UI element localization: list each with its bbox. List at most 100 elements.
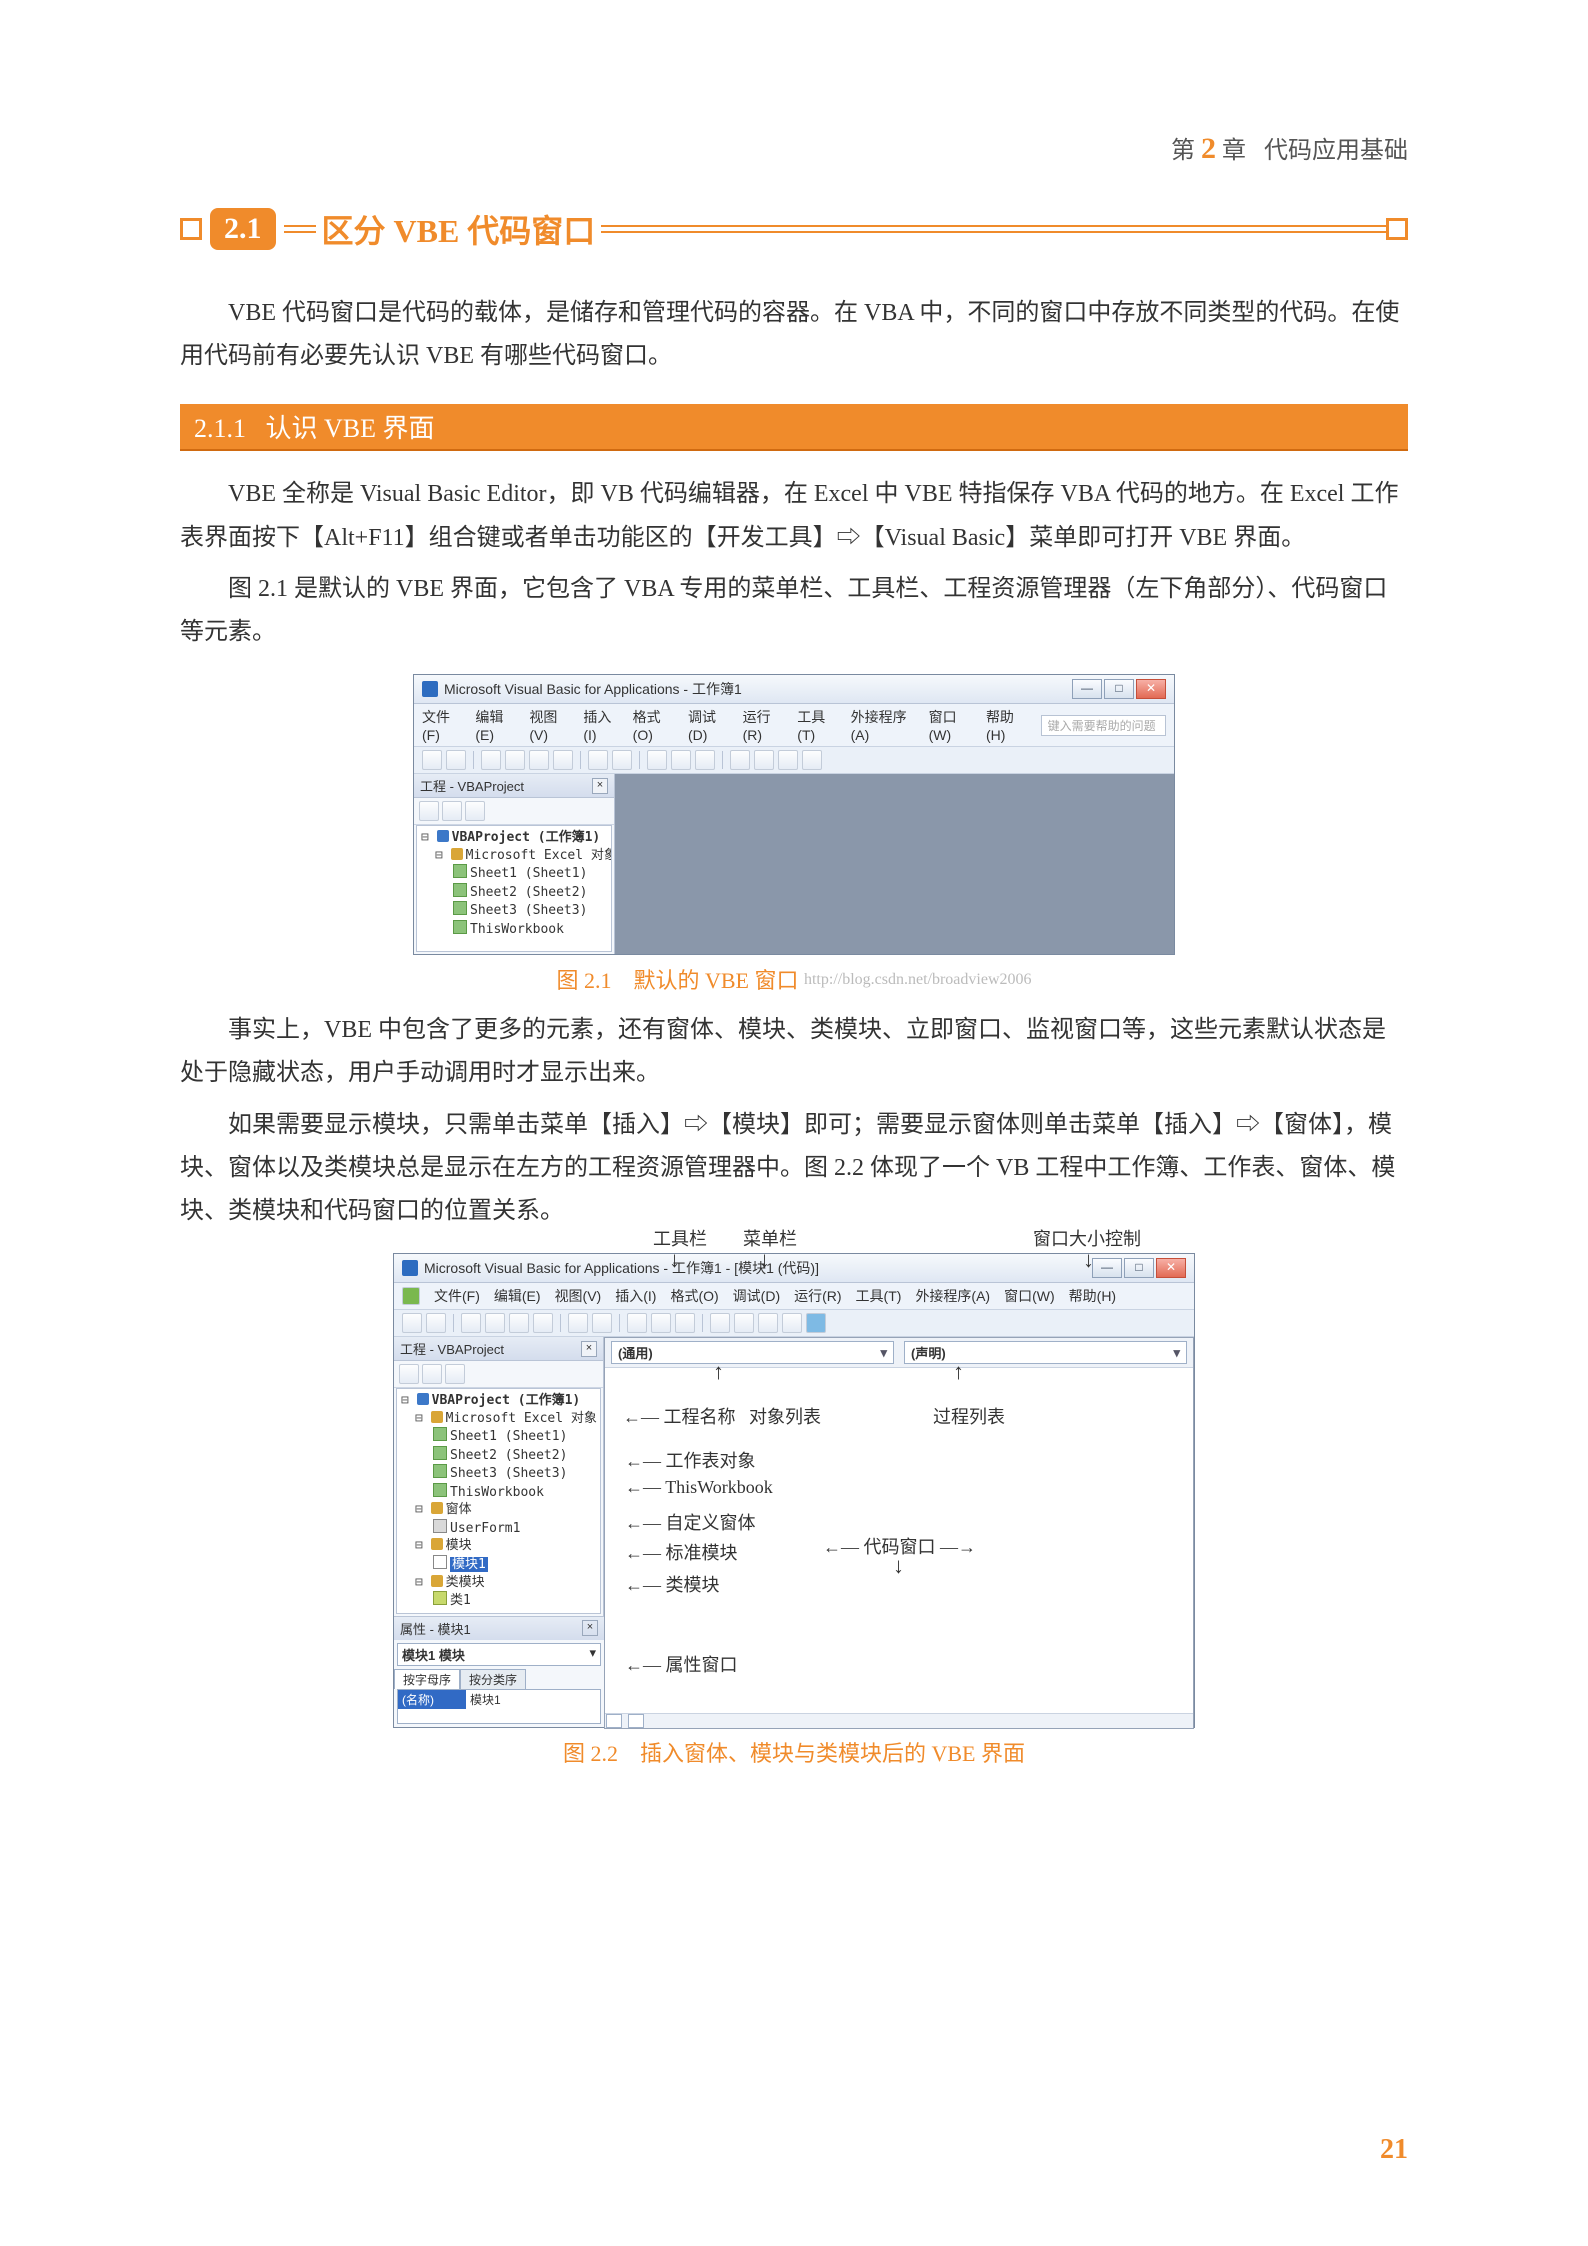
prop-value[interactable]: 模块1 (466, 1690, 600, 1709)
toolbar-icon[interactable] (671, 750, 691, 770)
menu-item[interactable]: 运行(R) (743, 707, 784, 743)
toolbar-icon[interactable] (446, 750, 466, 770)
panel-close-button[interactable]: × (581, 1341, 597, 1357)
chapter-header: 第 2 章 代码应用基础 (180, 130, 1408, 166)
toolbar-icon[interactable] (782, 1313, 802, 1333)
vbe-titlebar: Microsoft Visual Basic for Applications … (414, 675, 1174, 704)
toolbar-icon[interactable] (754, 750, 774, 770)
toolbar-icon[interactable] (553, 750, 573, 770)
close-button[interactable]: ✕ (1156, 1258, 1186, 1278)
menu-item[interactable]: 文件(F) (422, 707, 461, 743)
toolbar-icon[interactable] (505, 750, 525, 770)
menu-item[interactable]: 帮助(H) (1069, 1286, 1116, 1306)
properties-grid[interactable]: (名称) 模块1 (397, 1689, 601, 1724)
toolbar-icon[interactable] (592, 1313, 612, 1333)
toolbar-icon[interactable] (445, 1364, 465, 1384)
excel-icon[interactable] (402, 1287, 420, 1305)
figure-2-2: 工具栏 菜单栏 窗口大小控制 Microsoft Visual Basic fo… (180, 1253, 1408, 1728)
toolbar-icon[interactable] (695, 750, 715, 770)
procedure-list-combo[interactable]: (声明)▾ (904, 1341, 1187, 1364)
subsection-title: 2.1.1 认识 VBE 界面 (180, 404, 1408, 451)
menu-item[interactable]: 编辑(E) (475, 707, 515, 743)
menu-item[interactable]: 窗口(W) (1004, 1286, 1055, 1306)
menu-item[interactable]: 插入(I) (583, 707, 618, 743)
toolbar-icon[interactable] (426, 1313, 446, 1333)
code-footer (605, 1713, 1193, 1728)
toolbar-icon[interactable] (481, 750, 501, 770)
project-explorer: 工程 - VBAProject × ⊟ VBAProject (工作簿1) ⊟ … (394, 1337, 604, 1616)
annotation-stdmod: ←— 标准模块 (625, 1539, 738, 1565)
toolbar-icon[interactable] (419, 801, 439, 821)
project-tree[interactable]: ⊟ VBAProject (工作簿1) ⊟ Microsoft Excel 对象… (416, 825, 612, 952)
panel-close-button[interactable]: × (582, 1620, 598, 1636)
menu-item[interactable]: 格式(O) (633, 707, 674, 743)
close-button[interactable]: ✕ (1136, 679, 1166, 699)
arrow-down-icon (1083, 1247, 1094, 1273)
menu-item[interactable]: 编辑(E) (494, 1286, 541, 1306)
paragraph: 如果需要显示模块，只需单击菜单【插入】⇨【模块】即可；需要显示窗体则单击菜单【插… (180, 1104, 1408, 1234)
annotation-sheetobj: ←— 工作表对象 (625, 1447, 756, 1473)
menu-item[interactable]: 调试(D) (688, 707, 729, 743)
toolbar-icon[interactable] (730, 750, 750, 770)
toolbar-icon[interactable] (734, 1313, 754, 1333)
toolbar-icon[interactable] (647, 750, 667, 770)
menu-item[interactable]: 视图(V) (529, 707, 569, 743)
toolbar-icon[interactable] (802, 750, 822, 770)
toolbar-icon[interactable] (651, 1313, 671, 1333)
menu-item[interactable]: 格式(O) (670, 1286, 718, 1306)
toolbar-icon[interactable] (509, 1313, 529, 1333)
menu-item[interactable]: 视图(V) (555, 1286, 602, 1306)
toolbar-icon[interactable] (399, 1364, 419, 1384)
panel-close-button[interactable]: × (592, 778, 608, 794)
minimize-button[interactable]: — (1092, 1258, 1122, 1278)
paragraph: VBE 代码窗口是代码的载体，是储存和管理代码的容器。在 VBA 中，不同的窗口… (180, 292, 1408, 378)
menu-item[interactable]: 运行(R) (794, 1286, 841, 1306)
view-mode-icon[interactable] (606, 1714, 622, 1728)
toolbar-icon[interactable] (533, 1313, 553, 1333)
toolbar-icon[interactable] (422, 1364, 442, 1384)
toolbar-icon[interactable] (806, 1313, 826, 1333)
menu-item[interactable]: 帮助(H) (986, 707, 1027, 743)
toolbar-icon[interactable] (529, 750, 549, 770)
object-list-combo[interactable]: (通用)▾ (611, 1341, 894, 1364)
menu-item[interactable]: 外接程序(A) (915, 1286, 990, 1306)
menu-item[interactable]: 插入(I) (615, 1286, 656, 1306)
toolbar-icon[interactable] (758, 1313, 778, 1333)
toolbar-icon[interactable] (710, 1313, 730, 1333)
maximize-button[interactable]: □ (1104, 679, 1134, 699)
toolbar-icon[interactable] (568, 1313, 588, 1333)
toolbar-icon[interactable] (485, 1313, 505, 1333)
project-explorer: 工程 - VBAProject × ⊟ VBAProject (工作簿1) ⊟ … (414, 774, 615, 954)
project-explorer-title: 工程 - VBAProject × (394, 1337, 603, 1361)
toolbar-icon[interactable] (461, 1313, 481, 1333)
tab-alphabetic[interactable]: 按字母序 (394, 1669, 460, 1689)
rule-line (601, 225, 1386, 233)
menu-item[interactable]: 窗口(W) (929, 707, 972, 743)
project-tree[interactable]: ⊟ VBAProject (工作簿1) ⊟ Microsoft Excel 对象… (396, 1388, 601, 1614)
menu-item[interactable]: 外接程序(A) (851, 707, 915, 743)
menu-item[interactable]: 工具(T) (856, 1286, 902, 1306)
toolbar-icon[interactable] (612, 750, 632, 770)
menu-item[interactable]: 文件(F) (434, 1286, 480, 1306)
toolbar-icon[interactable] (465, 801, 485, 821)
minimize-button[interactable]: — (1072, 679, 1102, 699)
toolbar-icon[interactable] (778, 750, 798, 770)
toolbar-icon[interactable] (675, 1313, 695, 1333)
tab-categorized[interactable]: 按分类序 (460, 1669, 526, 1689)
view-mode-icon[interactable] (628, 1714, 644, 1728)
properties-window: 属性 - 模块1 × 模块1 模块▾ 按字母序 按分类序 (394, 1616, 604, 1727)
window-controls: — □ ✕ (1092, 1258, 1186, 1278)
vbe-window: Microsoft Visual Basic for Applications … (413, 674, 1175, 955)
toolbar-icon[interactable] (627, 1313, 647, 1333)
menu-item[interactable]: 调试(D) (733, 1286, 780, 1306)
toolbar-icon[interactable] (588, 750, 608, 770)
maximize-button[interactable]: □ (1124, 1258, 1154, 1278)
properties-object-combo[interactable]: 模块1 模块▾ (397, 1643, 601, 1666)
help-search-input[interactable]: 键入需要帮助的问题 (1041, 715, 1166, 736)
toolbar-icon[interactable] (402, 1313, 422, 1333)
paragraph: 事实上，VBE 中包含了更多的元素，还有窗体、模块、类模块、立即窗口、监视窗口等… (180, 1009, 1408, 1095)
toolbar-icon[interactable] (442, 801, 462, 821)
menu-item[interactable]: 工具(T) (797, 707, 836, 743)
vbe-toolbar (394, 1310, 1194, 1337)
toolbar-icon[interactable] (422, 750, 442, 770)
